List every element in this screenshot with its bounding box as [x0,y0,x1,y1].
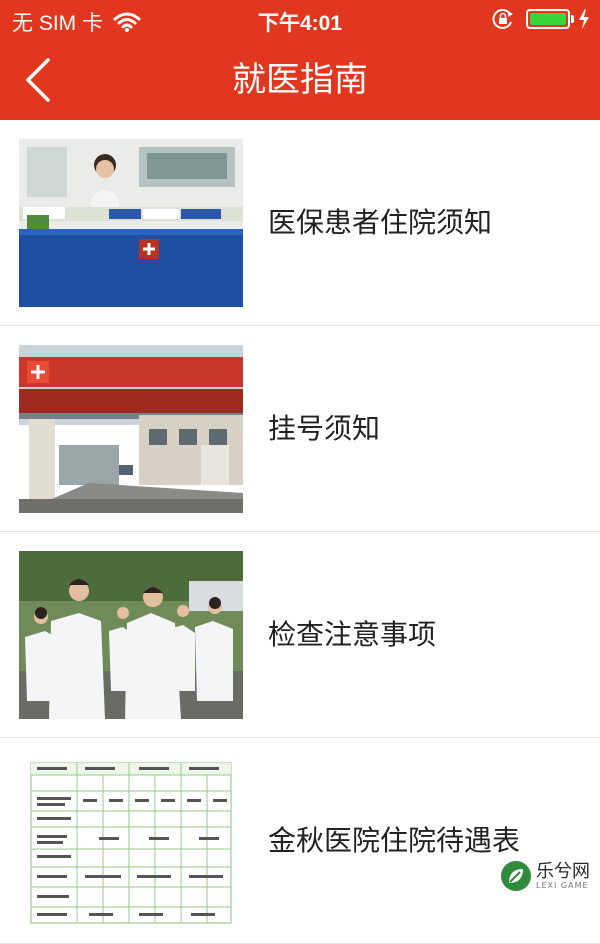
site-watermark: 乐兮网 LEXI GAME [500,860,590,892]
watermark-text: 乐兮网 LEXI GAME [536,860,590,890]
item-label: 医保患者住院须知 [268,206,493,239]
leaf-logo-icon [501,861,531,891]
item-label: 金秋医院住院待遇表 [268,824,521,857]
thumbnail-service-desk [19,139,243,307]
list-item-exam-notes[interactable]: 检查注意事项 [0,532,600,738]
rotation-lock-icon [492,9,513,29]
list-item-registration-notice[interactable]: 挂号须知 [0,326,600,532]
watermark-subtitle: LEXI GAME [536,880,589,890]
battery-icon [526,9,570,29]
status-right [492,8,590,30]
thumbnail-hospital-gate [19,345,243,513]
battery-tip [571,15,574,23]
guide-list: 医保患者住院须知 挂号须知 检查注意事项 金秋医院住院待遇表 [0,120,600,944]
item-label: 挂号须知 [268,412,381,445]
thumbnail-medical-staff [19,551,243,719]
page-title: 就医指南 [232,60,368,100]
battery-fill [530,13,566,25]
list-item-benefits-table[interactable]: 金秋医院住院待遇表 [0,738,600,944]
list-item-inpatient-notice[interactable]: 医保患者住院须知 [0,120,600,326]
nav-bar: 就医指南 [0,40,600,120]
watermark-title: 乐兮网 [536,860,590,882]
charging-icon [579,9,589,29]
status-bar: 无 SIM 卡 下午4:01 [0,0,600,40]
item-label: 检查注意事项 [268,618,437,651]
